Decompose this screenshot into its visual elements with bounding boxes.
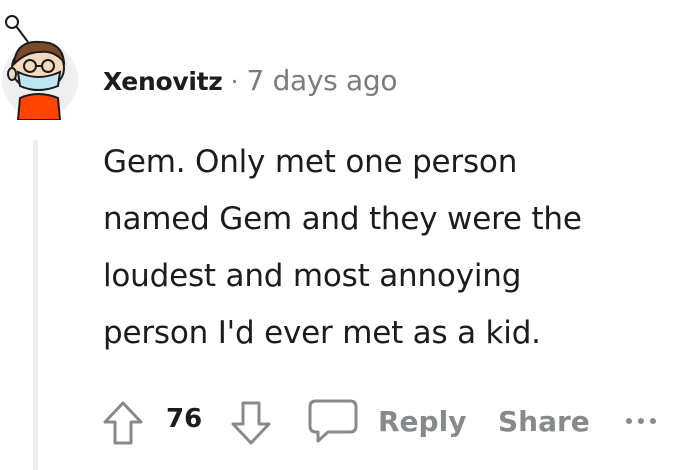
share-button[interactable]: Share	[498, 396, 590, 446]
comment-body: Gem. Only met one person named Gem and t…	[103, 134, 693, 362]
comment-header: Xenovitz · 7 days ago	[103, 64, 398, 97]
comment-body-line: loudest and most annoying	[103, 258, 522, 294]
ellipsis-icon	[626, 418, 632, 424]
avatar[interactable]	[0, 12, 80, 121]
speech-bubble-icon	[308, 399, 358, 443]
downvote-button[interactable]	[228, 400, 274, 446]
comment-body-line: named Gem and they were the	[103, 201, 582, 237]
meta-separator: ·	[230, 67, 239, 96]
reply-label: Reply	[378, 404, 467, 438]
vote-score: 76	[166, 404, 203, 434]
ellipsis-icon	[638, 418, 644, 424]
ellipsis-icon	[650, 418, 656, 424]
snoo-avatar-icon	[2, 15, 78, 121]
reply-button[interactable]: Reply	[306, 396, 466, 446]
arrow-up-icon	[103, 401, 143, 445]
timestamp[interactable]: 7 days ago	[246, 64, 397, 97]
arrow-down-icon	[231, 401, 271, 445]
share-label: Share	[498, 404, 590, 438]
comment-actions: 76 Reply Share	[100, 392, 700, 452]
thread-line[interactable]	[33, 140, 38, 470]
comment-body-line: Gem. Only met one person	[103, 144, 518, 180]
more-options-button[interactable]	[626, 396, 672, 446]
comment-body-line: person I'd ever met as a kid.	[103, 315, 541, 351]
upvote-button[interactable]	[100, 400, 146, 446]
author-name[interactable]: Xenovitz	[103, 67, 223, 96]
